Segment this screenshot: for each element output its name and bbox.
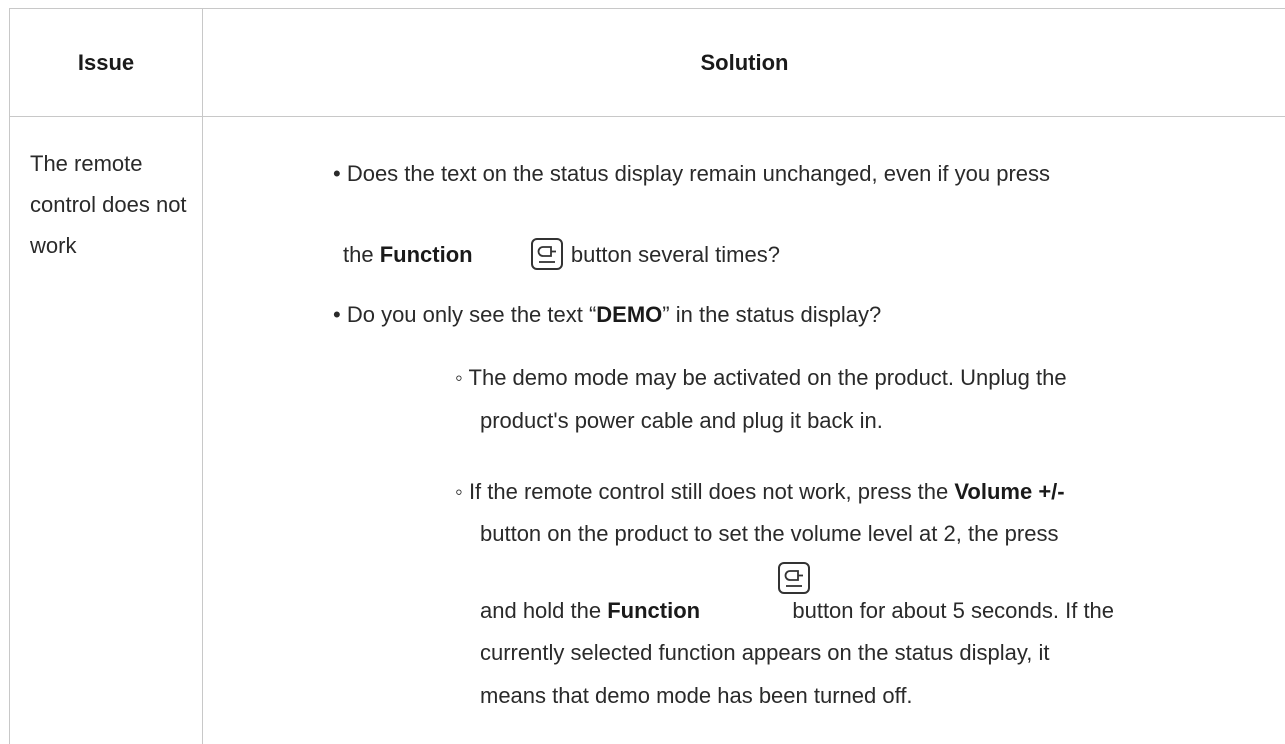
header-issue: Issue xyxy=(77,49,135,75)
sub-bullet-2-line-2: button on the product to set the volume … xyxy=(480,521,1059,546)
header-divider xyxy=(10,116,1285,117)
troubleshooting-table: Issue Solution The remote control does n… xyxy=(9,8,1285,744)
bullet-1-text: Does the text on the status display rema… xyxy=(346,161,1051,186)
function-button-icon xyxy=(531,238,563,270)
column-divider xyxy=(202,9,203,744)
sub-bullet-2-line-1: ◦ If the remote control still does not w… xyxy=(455,479,1065,504)
sub-bullet-1-line-1: ◦ The demo mode may be activated on the … xyxy=(455,365,1067,390)
sub-bullet-1-line-2: product's power cable and plug it back i… xyxy=(480,408,883,433)
sub-bullet-2-line-4: currently selected function appears on t… xyxy=(480,640,1050,665)
demo-label: DEMO xyxy=(596,302,663,327)
volume-label: Volume +/- xyxy=(954,479,1065,504)
bullet-1-line-1: • Does the text on the status display re… xyxy=(333,159,1050,189)
function-label-2: Function xyxy=(607,598,701,623)
bullet-marker: • xyxy=(333,161,341,186)
header-solution: Solution xyxy=(700,49,789,75)
function-button-icon xyxy=(778,562,810,594)
bullet-2-line: • Do you only see the text “DEMO” in the… xyxy=(333,302,882,327)
sub-bullet-2-line-3: and hold the Function button for about 5… xyxy=(480,598,1115,623)
function-label: Function xyxy=(379,242,473,267)
sub-bullet-2-line-5: means that demo mode has been turned off… xyxy=(480,683,913,708)
issue-cell: The remote control does not work xyxy=(30,151,187,258)
